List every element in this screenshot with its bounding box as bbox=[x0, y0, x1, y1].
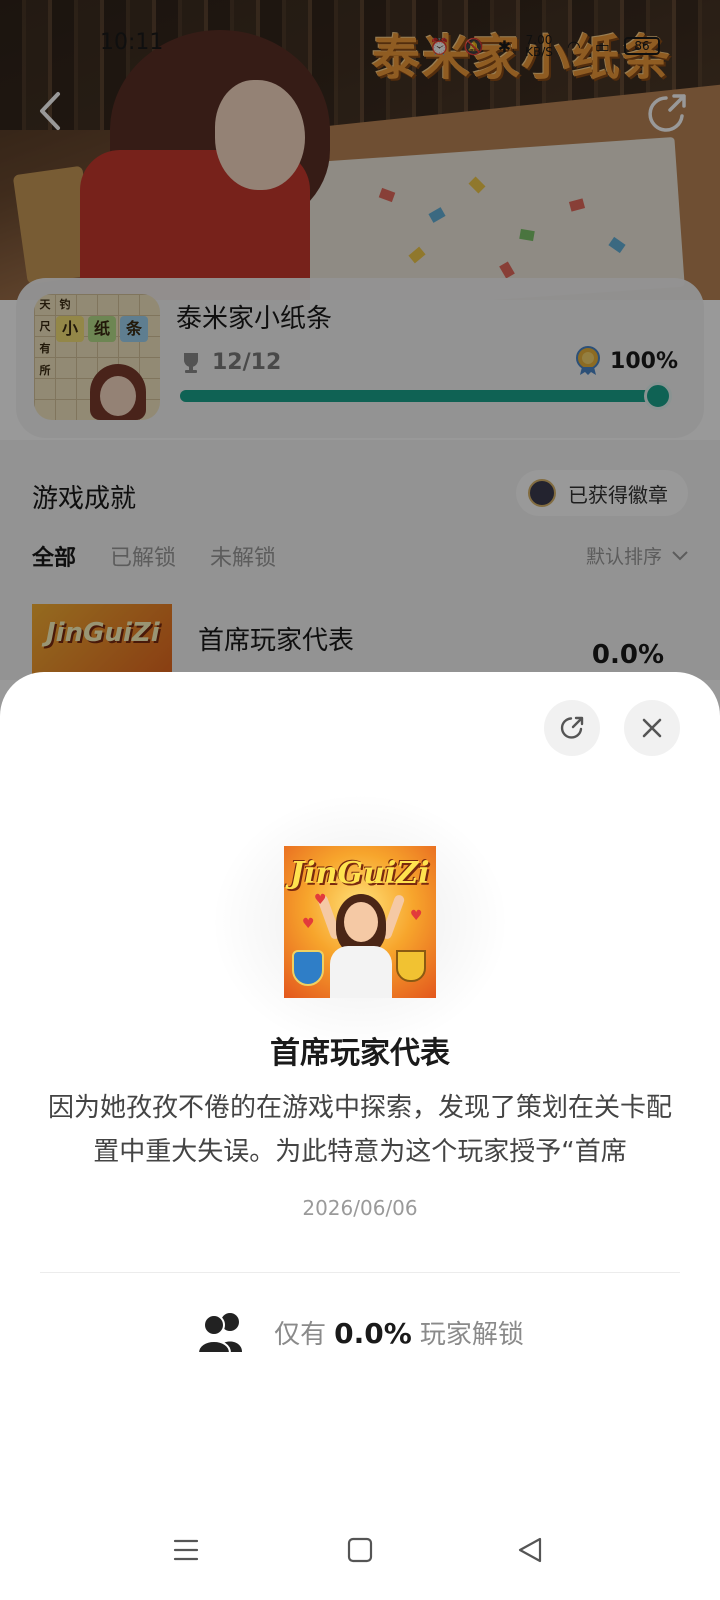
achievement-description: 因为她孜孜不倦的在游戏中探索，发现了策划在关卡配置中重大失误。为此特意为这个玩家… bbox=[47, 1093, 672, 1167]
divider bbox=[40, 1272, 680, 1273]
achievement-detail-sheet: ♥ ♥ ♥ JinGuiZi 首席玩家代表 因为她孜孜不倦的在游戏中探索，发现了… bbox=[0, 672, 720, 1600]
achievement-image-logo: JinGuiZi bbox=[290, 856, 430, 891]
achievement-title: 首席玩家代表 bbox=[270, 1036, 450, 1071]
heart-icon: ♥ bbox=[314, 892, 327, 908]
menu-icon bbox=[173, 1539, 199, 1561]
share-icon bbox=[560, 716, 584, 739]
sheet-close-button[interactable] bbox=[624, 700, 680, 756]
trophy-icon bbox=[396, 950, 426, 982]
heart-icon: ♥ bbox=[410, 908, 423, 924]
illustration-body bbox=[330, 946, 392, 998]
heart-icon: ♥ bbox=[302, 916, 315, 932]
illustration-shield bbox=[292, 950, 324, 986]
nav-menu-button[interactable] bbox=[164, 1528, 208, 1572]
nav-back-button[interactable] bbox=[508, 1528, 552, 1572]
system-nav-bar bbox=[0, 1520, 720, 1600]
users-icon bbox=[197, 1313, 243, 1354]
unlock-stats: 仅有 0.0% 玩家解锁 bbox=[0, 1310, 720, 1354]
unlock-prefix: 仅有 bbox=[274, 1319, 327, 1350]
illustration-face bbox=[344, 902, 378, 942]
close-icon bbox=[642, 718, 662, 738]
unlock-suffix: 玩家解锁 bbox=[419, 1319, 524, 1350]
back-triangle-icon bbox=[518, 1537, 542, 1563]
nav-home-button[interactable] bbox=[338, 1528, 382, 1572]
achievement-image: ♥ ♥ ♥ JinGuiZi bbox=[284, 846, 436, 998]
unlock-percent: 0.0% bbox=[334, 1316, 412, 1350]
sheet-share-button[interactable] bbox=[544, 700, 600, 756]
unlock-text: 仅有 0.0% 玩家解锁 bbox=[274, 1314, 524, 1351]
home-square-icon bbox=[347, 1537, 373, 1563]
achievement-date: 2026/06/06 bbox=[302, 1196, 418, 1220]
